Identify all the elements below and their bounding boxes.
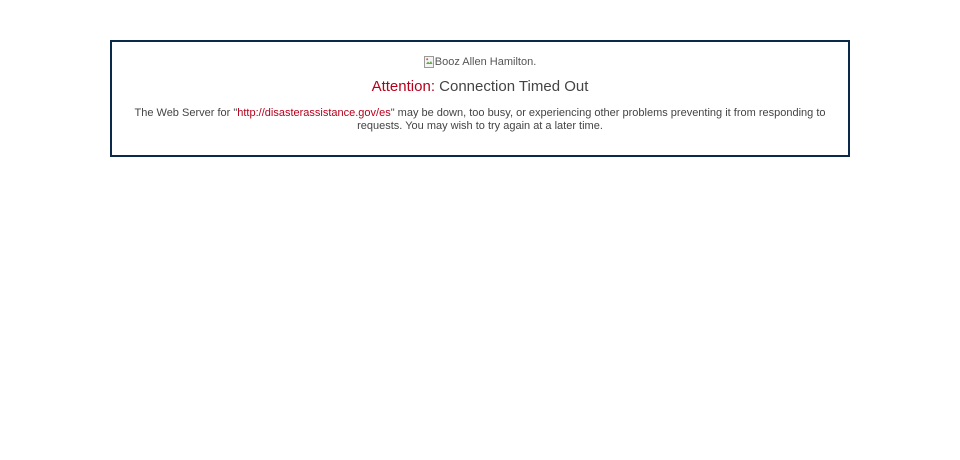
error-message: The Web Server for "http://disasterassis… [126,107,834,133]
message-suffix: " may be down, too busy, or experiencing… [357,107,826,132]
logo-alt-text: Booz Allen Hamilton. [434,56,537,68]
error-heading: Attention: Connection Timed Out [112,78,848,96]
message-prefix: The Web Server for " [134,107,238,119]
server-url: http://disasterassistance.gov/es [237,107,391,119]
logo-row: Booz Allen Hamilton. [112,55,848,72]
company-logo: Booz Allen Hamilton. [423,55,537,69]
error-title: Connection Timed Out [434,78,589,95]
attention-label: Attention [371,78,431,95]
broken-image-icon [423,56,434,68]
error-panel: Booz Allen Hamilton. Attention: Connecti… [110,40,850,157]
